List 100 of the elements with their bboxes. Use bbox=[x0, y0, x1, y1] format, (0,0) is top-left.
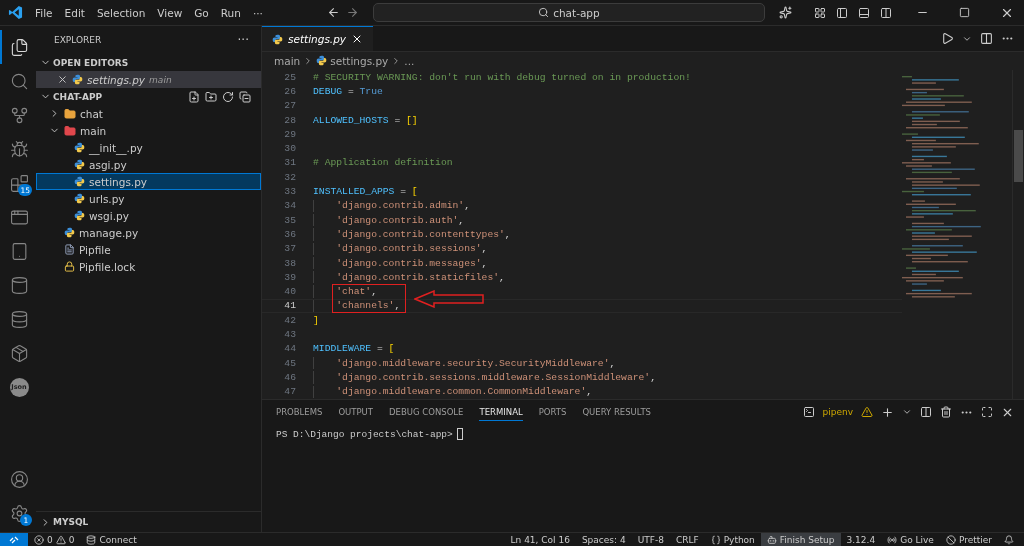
collapse-all-icon[interactable] bbox=[239, 90, 251, 103]
folder-icon bbox=[64, 124, 76, 137]
tree-row[interactable]: manage.py bbox=[36, 224, 261, 241]
app-logo-icon bbox=[8, 5, 23, 20]
command-search-field[interactable]: chat-app bbox=[372, 3, 765, 22]
panel-tab[interactable]: PROBLEMS bbox=[276, 403, 323, 421]
python-icon bbox=[316, 55, 328, 66]
new-folder-icon[interactable] bbox=[205, 90, 217, 103]
split-terminal-icon[interactable] bbox=[920, 406, 932, 418]
terminal-name[interactable]: pipenv bbox=[822, 407, 853, 417]
tree-row[interactable]: settings.py bbox=[36, 173, 261, 190]
status-item[interactable]: Connect bbox=[80, 533, 143, 546]
panel-toggle-icon[interactable] bbox=[858, 6, 870, 19]
tree-row[interactable]: wsgi.py bbox=[36, 207, 261, 224]
section-header[interactable]: OPEN EDITORS bbox=[36, 54, 261, 71]
remote-button[interactable] bbox=[0, 533, 28, 546]
trash-icon[interactable] bbox=[940, 406, 952, 418]
ban-icon bbox=[945, 534, 956, 545]
maximize-icon[interactable] bbox=[959, 7, 970, 18]
code-line: ALLOWED_HOSTS = [] bbox=[313, 114, 418, 126]
section-header[interactable]: MYSQL bbox=[36, 512, 261, 532]
line-number: 28 bbox=[283, 114, 296, 126]
folder-row[interactable]: chat bbox=[36, 105, 261, 122]
chevron-down-icon[interactable] bbox=[902, 407, 912, 417]
split-editor-icon[interactable] bbox=[980, 32, 993, 45]
back-arrow-icon[interactable] bbox=[326, 6, 340, 19]
code-line: # SECURITY WARNING: don't run with debug turned on in production! bbox=[313, 71, 691, 83]
tree-row[interactable]: asgi.py bbox=[36, 156, 261, 173]
status-item[interactable]: Python bbox=[704, 533, 761, 546]
split-layout-icon[interactable] bbox=[880, 6, 892, 19]
menu-item[interactable]: File bbox=[29, 6, 59, 19]
breadcrumb[interactable]: main bbox=[274, 54, 301, 67]
sidebar-toggle-icon[interactable] bbox=[836, 6, 848, 19]
close-icon[interactable] bbox=[57, 74, 68, 85]
scrollbar-thumb[interactable] bbox=[1014, 130, 1023, 182]
panel-tab[interactable]: QUERY RESULTS bbox=[582, 403, 651, 421]
cylinder-icon bbox=[9, 275, 29, 295]
python-icon bbox=[74, 193, 85, 204]
line-number: 44 bbox=[283, 343, 296, 355]
code-line: # Application definition bbox=[313, 157, 453, 169]
line-number: 32 bbox=[283, 171, 296, 183]
maximize-panel-icon[interactable] bbox=[981, 406, 993, 418]
error-icon bbox=[34, 534, 44, 545]
panel-tab[interactable]: TERMINAL bbox=[479, 403, 523, 421]
status-item[interactable]: CRLF bbox=[669, 533, 705, 546]
panel-tab[interactable]: DEBUG CONSOLE bbox=[389, 403, 464, 421]
braces-icon bbox=[710, 534, 721, 545]
breadcrumb[interactable]: settings.py bbox=[330, 54, 389, 67]
terminal-icon bbox=[802, 406, 815, 418]
menu-item[interactable]: Selection bbox=[90, 6, 152, 19]
sparkle-chat-icon[interactable] bbox=[778, 6, 792, 19]
menu-item[interactable]: Go bbox=[188, 6, 215, 19]
open-editor-item[interactable]: settings.py main bbox=[36, 71, 261, 88]
forward-arrow-icon[interactable] bbox=[345, 6, 359, 19]
tree-row[interactable]: Pipfile bbox=[36, 241, 261, 258]
menu-item[interactable]: Edit bbox=[58, 6, 91, 19]
code-line: 'django.contrib.admin', bbox=[336, 200, 470, 212]
menu-item[interactable]: Run bbox=[214, 6, 247, 19]
account-icon bbox=[9, 469, 29, 489]
section-header[interactable]: CHAT-APP bbox=[36, 88, 261, 105]
files-icon bbox=[9, 37, 29, 57]
warning-icon bbox=[861, 406, 873, 418]
refresh-icon[interactable] bbox=[222, 90, 234, 103]
settings-icon bbox=[9, 503, 29, 523]
menu-item[interactable]: ··· bbox=[246, 6, 269, 19]
layout-icon[interactable] bbox=[814, 6, 826, 19]
status-item[interactable]: Ln 41, Col 16 bbox=[504, 533, 576, 546]
warning-icon bbox=[55, 534, 66, 545]
bell-icon[interactable] bbox=[1004, 534, 1014, 545]
panel-tab[interactable]: PORTS bbox=[538, 403, 567, 421]
line-number: 47 bbox=[283, 386, 296, 398]
status-item[interactable]: Prettier bbox=[939, 533, 998, 546]
more-actions[interactable]: ··· bbox=[237, 33, 249, 47]
menu-item[interactable]: View bbox=[151, 6, 189, 19]
add-icon[interactable] bbox=[881, 405, 894, 419]
code-line: MIDDLEWARE = [ bbox=[313, 343, 395, 355]
line-number: 25 bbox=[283, 71, 296, 83]
line-number: 35 bbox=[283, 214, 296, 226]
status-item[interactable]: Spaces: 4 bbox=[575, 533, 632, 546]
tree-row[interactable]: Pipfile.lock bbox=[36, 258, 261, 275]
bug-icon bbox=[9, 139, 29, 159]
code-line: 'django.middleware.common.CommonMiddleware', bbox=[336, 386, 593, 398]
package-icon bbox=[9, 343, 29, 363]
code-line: 'django.contrib.sessions', bbox=[336, 243, 488, 255]
sidebar-title: EXPLORER bbox=[54, 35, 102, 45]
status-item[interactable]: Finish Setup bbox=[760, 533, 841, 546]
code-line: 'channels', bbox=[336, 300, 401, 312]
status-item[interactable]: 3.12.4 bbox=[840, 533, 882, 546]
editor-tab[interactable]: settings.py bbox=[262, 26, 374, 51]
tree-row[interactable]: urls.py bbox=[36, 190, 261, 207]
problems-status[interactable]: 0 0 bbox=[28, 533, 81, 546]
status-item[interactable]: UTF-8 bbox=[631, 533, 670, 546]
breadcrumb[interactable]: ... bbox=[404, 54, 415, 67]
tree-row[interactable]: __init__.py bbox=[36, 139, 261, 156]
run-icon[interactable] bbox=[941, 32, 954, 45]
folder-row[interactable]: main bbox=[36, 122, 261, 139]
panel-tab[interactable]: OUTPUT bbox=[338, 403, 374, 421]
status-item[interactable]: Go Live bbox=[881, 533, 940, 546]
new-file-icon[interactable] bbox=[188, 90, 200, 103]
database-icon bbox=[86, 534, 97, 545]
